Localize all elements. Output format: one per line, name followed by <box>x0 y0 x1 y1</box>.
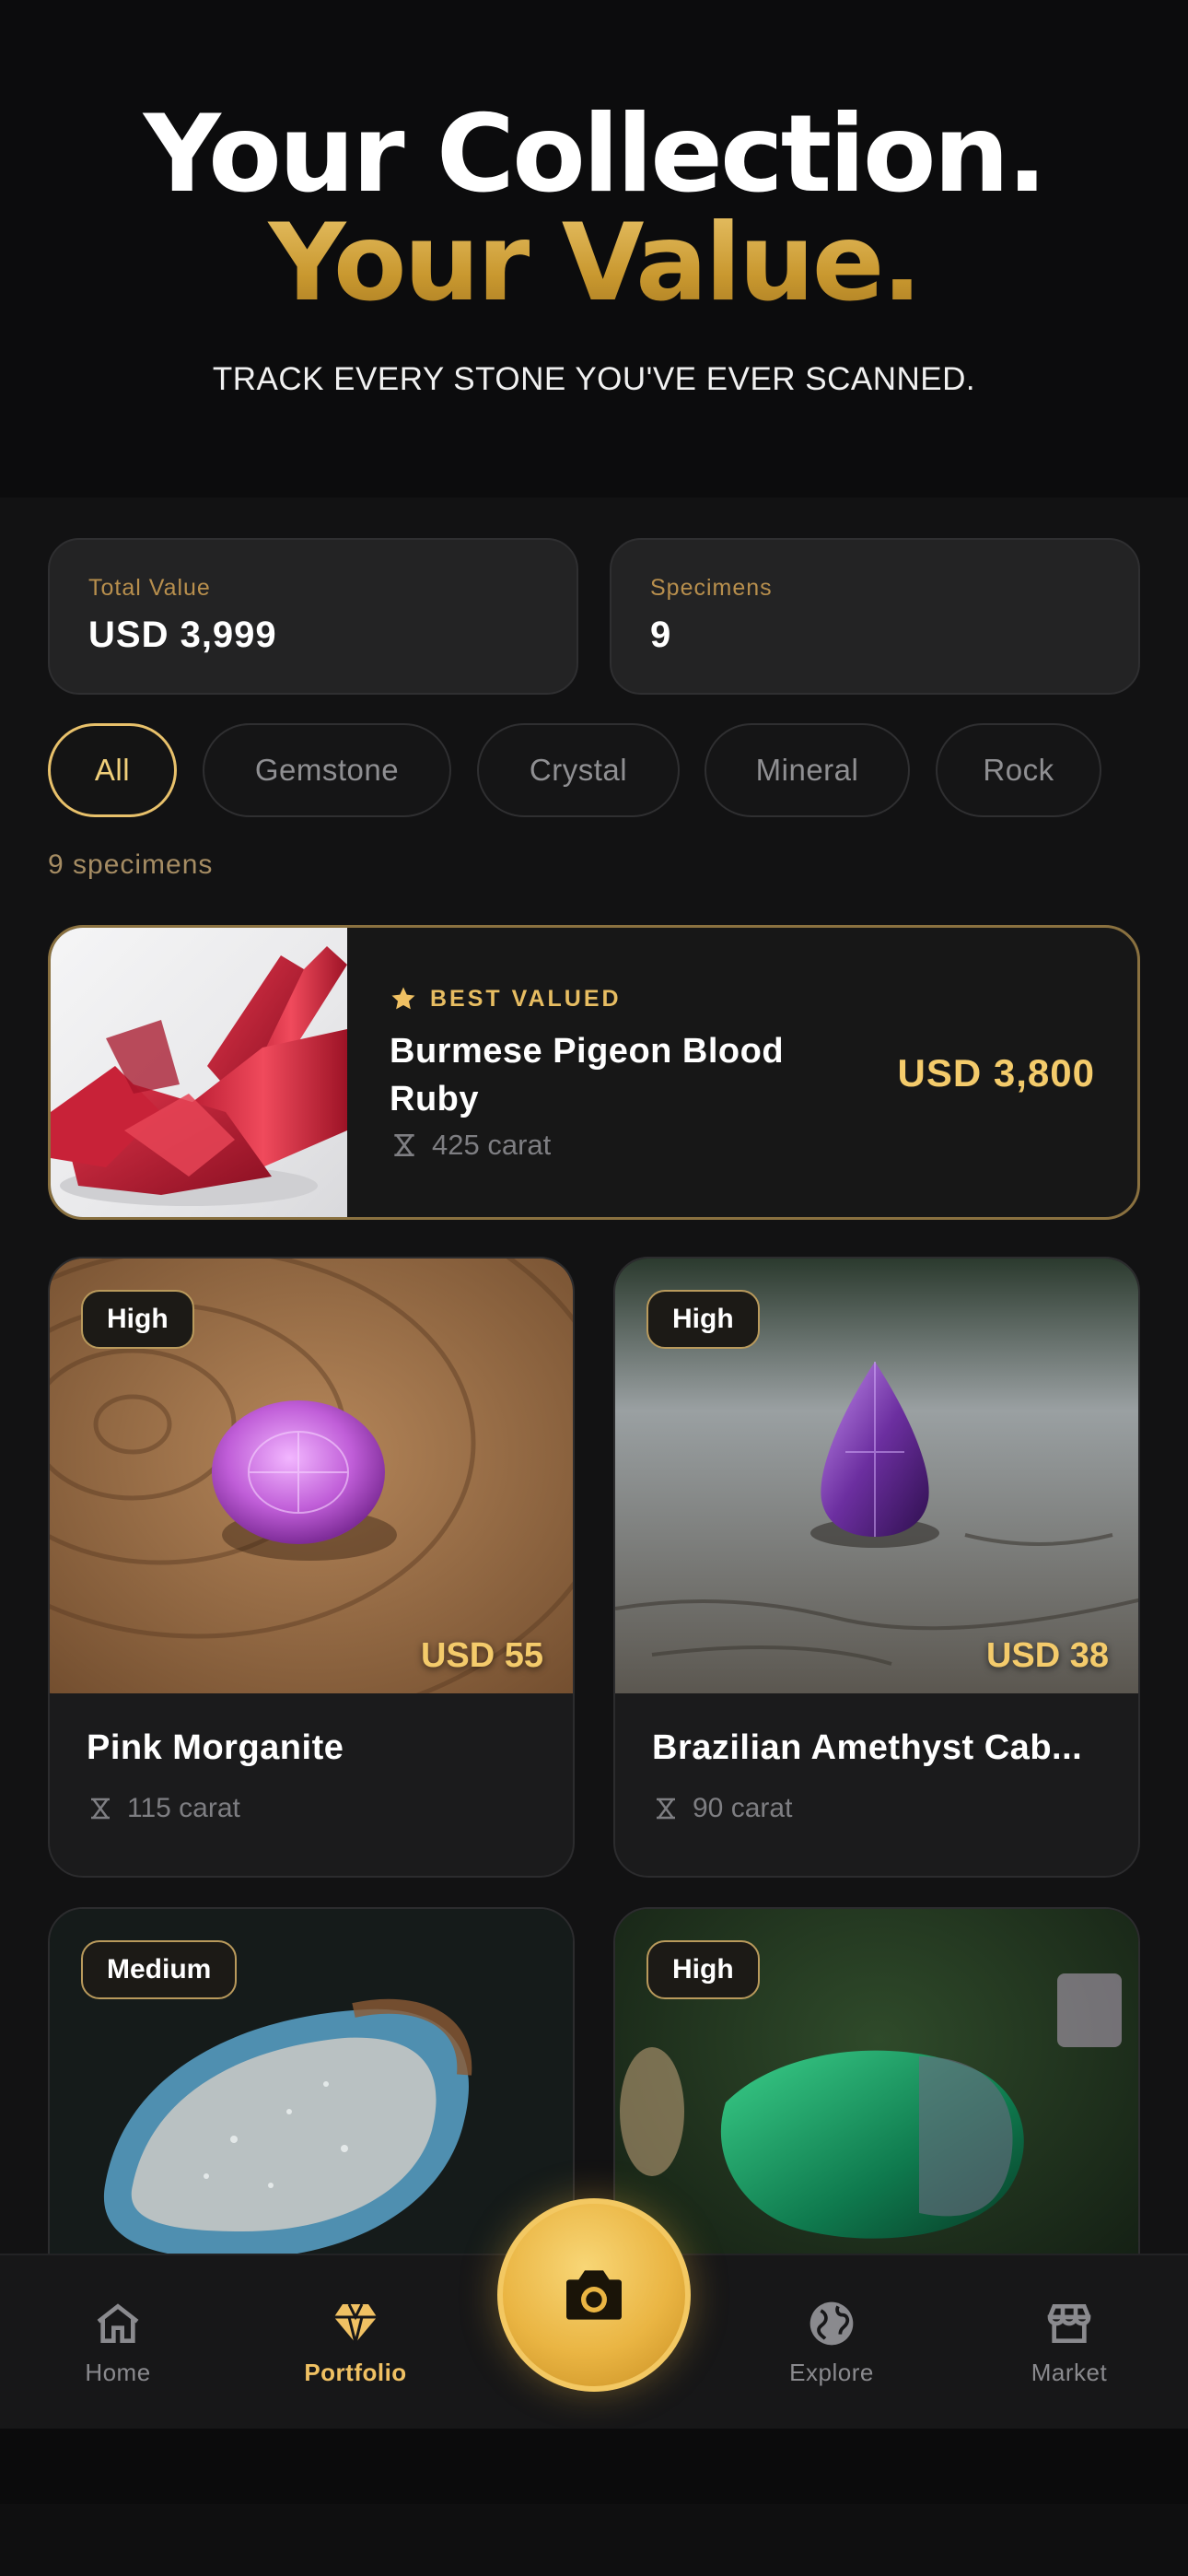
featured-title: Burmese Pigeon Blood Ruby <box>390 1032 785 1118</box>
best-valued-badge: BEST VALUED <box>390 985 622 1013</box>
specimen-card-emerald[interactable]: High <box>613 1907 1140 2254</box>
best-valued-label: BEST VALUED <box>430 985 622 1012</box>
filter-chip-gemstone[interactable]: Gemstone <box>203 723 451 817</box>
filter-chip-mineral[interactable]: Mineral <box>705 723 910 817</box>
weight-icon <box>657 1797 675 1820</box>
card-title: Pink Morganite <box>87 1728 344 1767</box>
ruby-image <box>51 928 347 1217</box>
tab-explore-label: Explore <box>789 2359 874 2386</box>
store-icon <box>1047 2304 1091 2343</box>
value-tier-badge: High <box>646 1940 760 1999</box>
tab-market-label: Market <box>1031 2359 1108 2386</box>
tab-home-label: Home <box>85 2359 151 2386</box>
specimen-card-geode[interactable]: Medium <box>48 1907 575 2254</box>
value-tier-badge: High <box>646 1290 760 1349</box>
specimen-count-text: 9 specimens <box>48 849 214 880</box>
diamond-icon <box>333 2303 378 2344</box>
camera-icon <box>566 2270 622 2320</box>
specimen-card-brazilian-amethyst[interactable]: High USD 38 Brazilian Amethyst Cab... 90… <box>613 1257 1140 1878</box>
filter-chip-all[interactable]: All <box>48 723 177 817</box>
total-value-amount: USD 3,999 <box>88 615 277 655</box>
home-icon <box>97 2303 139 2343</box>
featured-specimen-card[interactable]: BEST VALUED Burmese Pigeon Blood Ruby 42… <box>48 925 1140 1220</box>
hero-header: Your Collection. Your Value. TRACK EVERY… <box>0 0 1188 498</box>
portfolio-content[interactable]: Total Value USD 3,999 Specimens 9 All Ge… <box>0 498 1188 2254</box>
filter-chip-crystal[interactable]: Crystal <box>477 723 680 817</box>
card-title: Brazilian Amethyst Cab... <box>652 1728 1083 1767</box>
filter-chip-rock[interactable]: Rock <box>936 723 1101 817</box>
featured-carat: 425 carat <box>390 1129 551 1162</box>
weight-icon <box>91 1797 110 1820</box>
total-value-card: Total Value USD 3,999 <box>48 538 578 695</box>
globe-icon <box>809 2301 854 2346</box>
specimens-count: 9 <box>650 615 672 655</box>
total-value-label: Total Value <box>88 575 211 601</box>
specimens-label: Specimens <box>650 575 773 601</box>
card-carat-text: 90 carat <box>693 1793 793 1823</box>
card-carat: 115 carat <box>87 1793 240 1824</box>
card-price: USD 55 <box>420 1636 543 1675</box>
featured-carat-text: 425 carat <box>432 1129 552 1161</box>
card-carat: 90 carat <box>652 1793 792 1824</box>
star-icon <box>391 987 415 1010</box>
hero-title-line1: Your Collection. <box>143 92 1048 217</box>
home-indicator-area <box>0 2504 1188 2576</box>
tab-portfolio[interactable]: Portfolio <box>263 2298 448 2387</box>
tab-home[interactable]: Home <box>26 2298 210 2387</box>
hero-subtitle: TRACK EVERY STONE YOU'VE EVER SCANNED. <box>212 361 976 397</box>
specimens-card: Specimens 9 <box>610 538 1140 695</box>
tab-market[interactable]: Market <box>977 2298 1161 2387</box>
value-tier-badge: Medium <box>81 1940 238 1999</box>
scan-camera-button[interactable] <box>497 2198 691 2392</box>
specimen-card-pink-morganite[interactable]: High USD 55 Pink Morganite 115 carat <box>48 1257 575 1878</box>
featured-price: USD 3,800 <box>897 1051 1095 1095</box>
tab-portfolio-label: Portfolio <box>304 2359 407 2386</box>
weight-icon <box>394 1134 414 1156</box>
tab-explore[interactable]: Explore <box>740 2298 924 2387</box>
card-price: USD 38 <box>985 1636 1109 1675</box>
value-tier-badge: High <box>81 1290 194 1349</box>
hero-title-line2: Your Value. <box>0 201 1188 325</box>
card-carat-text: 115 carat <box>127 1793 240 1823</box>
